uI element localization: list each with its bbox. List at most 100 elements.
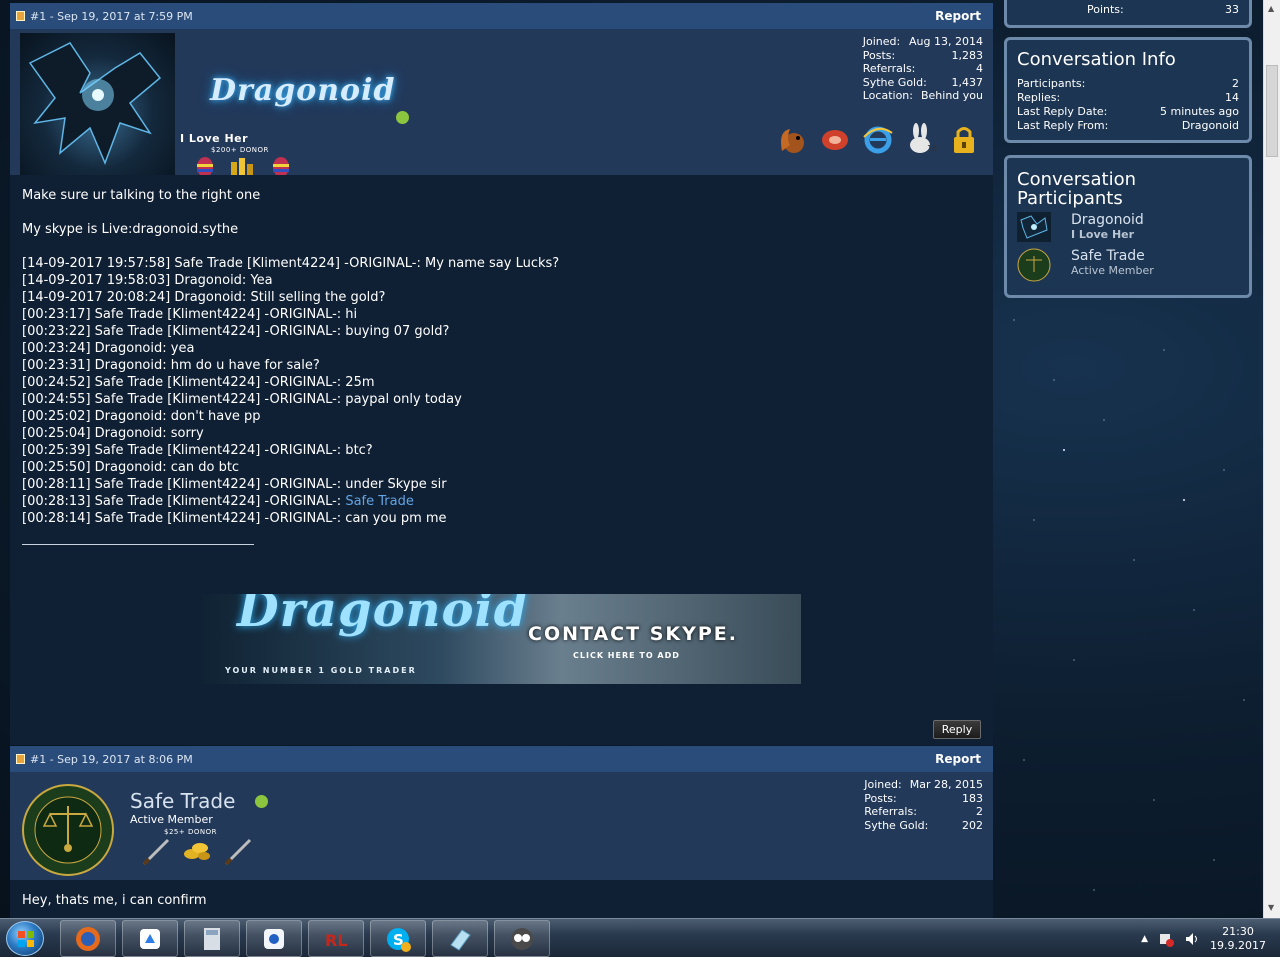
scales-avatar-icon xyxy=(1017,248,1051,282)
info-value: 14 xyxy=(1225,91,1239,104)
dragon-avatar-icon xyxy=(1017,212,1051,242)
bunny-badge-icon[interactable]: 16 xyxy=(904,122,938,156)
page-scrollbar[interactable]: ▲ ▼ xyxy=(1263,0,1280,918)
firefox-icon xyxy=(76,926,100,951)
reply-button[interactable]: Reply xyxy=(933,720,981,739)
meat-badge-icon[interactable] xyxy=(818,122,852,156)
stat-value: 4 xyxy=(976,62,983,75)
post-icon xyxy=(16,754,25,764)
participant-title: I Love Her xyxy=(1071,228,1135,241)
info-label: Last Reply Date: xyxy=(1017,105,1108,118)
stat-label: Posts: xyxy=(864,791,897,805)
taskbar-skype[interactable]: S xyxy=(370,920,426,957)
post-permalink[interactable]: #1 - Sep 19, 2017 at 8:06 PM xyxy=(30,753,193,766)
app-blue-icon xyxy=(264,928,284,949)
tray-expand-icon[interactable]: ▲ xyxy=(1141,934,1148,944)
clock[interactable]: 21:30 19.9.2017 xyxy=(1210,925,1266,953)
conversation-participants-box: Conversation Participants Dragonoid I Lo… xyxy=(1004,155,1252,298)
scroll-thumb[interactable] xyxy=(1266,65,1278,157)
taskbar-calculator[interactable] xyxy=(184,920,240,957)
user-title: I Love Her xyxy=(180,132,249,145)
participant-dragonoid[interactable]: Dragonoid I Love Her xyxy=(1017,212,1239,242)
network-warning-icon[interactable] xyxy=(1158,931,1175,947)
stat-value: 1,283 xyxy=(951,48,984,62)
skype-icon: S xyxy=(387,927,411,952)
taskbar-google-drive[interactable] xyxy=(122,920,178,957)
chat-line: [14-09-2017 19:57:58] Safe Trade [Klimen… xyxy=(22,256,560,271)
participants-title-line2: Participants xyxy=(1017,188,1123,209)
taskbar-runelite[interactable]: RL xyxy=(308,920,364,957)
safe-trade-link[interactable]: Safe Trade xyxy=(345,494,414,509)
username-fancy[interactable]: Dragonoid xyxy=(210,73,395,108)
svg-text:RL: RL xyxy=(325,931,348,950)
post-intro: Make sure ur talking to the right one xyxy=(22,188,261,203)
chat-line: [00:23:31] Dragonoid: hm do u have for s… xyxy=(22,358,320,373)
owl-icon xyxy=(511,927,533,950)
stat-value: 2 xyxy=(976,805,983,818)
stat-value: Aug 13, 2014 xyxy=(909,35,983,48)
runelite-icon: RL xyxy=(325,931,348,950)
forum-page: #1 - Sep 19, 2017 at 7:59 PM Report Drag… xyxy=(0,0,1263,918)
chat-line: [00:24:52] Safe Trade [Kliment4224] -ORI… xyxy=(22,375,375,390)
stat-label: Posts: xyxy=(862,48,896,62)
notes-icon xyxy=(450,928,471,951)
chat-line: [00:25:04] Dragonoid: sorry xyxy=(22,426,204,441)
start-button[interactable] xyxy=(6,921,44,956)
report-link[interactable]: Report xyxy=(935,752,981,766)
taskbar-notes[interactable] xyxy=(432,920,488,957)
chat-line: [00:23:24] Dragonoid: yea xyxy=(22,341,195,356)
signature-banner[interactable]: Dragonoid YOUR NUMBER 1 GOLD TRADER CONT… xyxy=(201,594,801,684)
internet-explorer-badge-icon[interactable] xyxy=(861,122,895,156)
clock-time: 21:30 xyxy=(1222,924,1254,938)
banner-contact: CONTACT SKYPE. xyxy=(528,623,738,645)
info-label: Participants: xyxy=(1017,77,1086,90)
participant-name[interactable]: Safe Trade xyxy=(1071,248,1154,265)
taskbar-app-blue[interactable] xyxy=(246,920,302,957)
stat-value: 202 xyxy=(962,818,983,832)
trophy-badges: 16 xyxy=(775,122,981,156)
online-status-dot xyxy=(396,111,409,124)
avatar[interactable] xyxy=(20,33,175,178)
banner-brand: Dragonoid xyxy=(237,594,529,638)
stat-value: Mar 28, 2015 xyxy=(909,778,983,791)
windows-logo-icon xyxy=(18,931,34,947)
clock-date: 19.9.2017 xyxy=(1210,938,1266,952)
windows-taskbar: RL S ▲ 21:30 19.9.2017 xyxy=(0,918,1280,957)
stat-label: Referrals: xyxy=(862,62,916,75)
points-box: Points: 33 xyxy=(1004,0,1252,28)
lock-badge-icon[interactable] xyxy=(947,122,981,156)
stat-label: Joined: xyxy=(864,778,902,791)
svg-text:16: 16 xyxy=(927,144,937,153)
sword-badge-icon-2 xyxy=(224,838,252,866)
online-status-dot xyxy=(255,795,268,808)
taskbar-owl-app[interactable] xyxy=(494,920,550,957)
scroll-down-icon[interactable]: ▼ xyxy=(1268,903,1274,912)
info-label: Replies: xyxy=(1017,91,1061,104)
user-stats: Joined: Mar 28, 2015 Posts: 183 Referrals:… xyxy=(864,778,983,832)
post-skype: My skype is Live:dragonoid.sythe xyxy=(22,222,239,237)
participant-name[interactable]: Dragonoid xyxy=(1071,212,1144,229)
squirrel-badge-icon[interactable] xyxy=(775,122,809,156)
volume-icon[interactable] xyxy=(1184,931,1200,947)
scroll-up-icon[interactable]: ▲ xyxy=(1268,4,1274,13)
stat-value: 1,437 xyxy=(951,75,984,89)
chat-line: [00:25:50] Dragonoid: can do btc xyxy=(22,460,240,475)
participants-title-line1: Conversation xyxy=(1017,169,1137,190)
username[interactable]: Safe Trade xyxy=(130,789,235,813)
points-label: Points: xyxy=(1087,3,1124,16)
scales-avatar-icon[interactable] xyxy=(22,784,114,876)
post-intro: Hey, thats me, i can confirm xyxy=(22,893,207,908)
report-link[interactable]: Report xyxy=(935,9,981,23)
info-value: Dragonoid xyxy=(1181,119,1239,132)
donor-label: $25+ DONOR xyxy=(164,828,217,836)
user-panel: Dragonoid I Love Her $200+ DONOR Joined:… xyxy=(10,29,993,182)
info-row: Participants: 2 xyxy=(1017,77,1239,91)
donor-label: $200+ DONOR xyxy=(211,146,269,154)
conversation-info-box: Conversation Info Participants: 2 Replies… xyxy=(1004,37,1252,143)
post-permalink[interactable]: #1 - Sep 19, 2017 at 7:59 PM xyxy=(30,10,193,23)
chat-line: [00:25:39] Safe Trade [Kliment4224] -ORI… xyxy=(22,443,373,458)
chat-line: [00:23:22] Safe Trade [Kliment4224] -ORI… xyxy=(22,324,450,339)
user-panel: Safe Trade Active Member $25+ DONOR Join… xyxy=(10,772,993,880)
participant-safe-trade[interactable]: Safe Trade Active Member xyxy=(1017,248,1239,282)
taskbar-firefox[interactable] xyxy=(60,920,116,957)
